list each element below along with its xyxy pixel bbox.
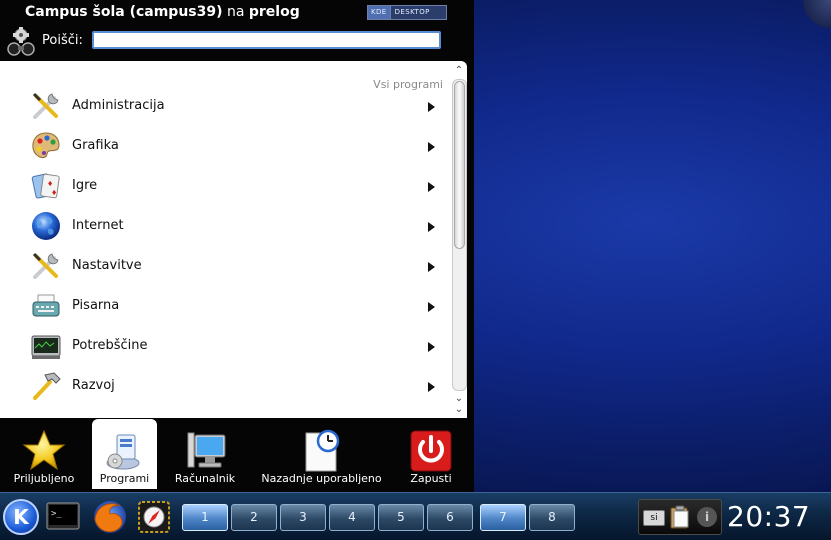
star-icon <box>22 429 66 471</box>
globe-icon <box>32 212 60 240</box>
virtual-desktop-7[interactable]: 7 <box>480 504 526 531</box>
virtual-desktop-6[interactable]: 6 <box>427 504 473 531</box>
compass-icon[interactable] <box>138 501 170 533</box>
submenu-arrow-icon <box>428 182 435 192</box>
tab-label: Računalnik <box>174 472 236 485</box>
scroll-thumb[interactable] <box>454 81 465 249</box>
taskbar: K >_ 1 2 3 4 5 6 7 8 si i 20:37 <box>0 492 831 540</box>
menu-item-grafika[interactable]: Grafika <box>0 128 447 168</box>
tab-label: Priljubljeno <box>13 472 75 485</box>
virtual-desktop-5[interactable]: 5 <box>378 504 424 531</box>
search-input[interactable] <box>92 31 441 49</box>
menu-item-nastavitve[interactable]: Nastavitve <box>0 248 447 288</box>
keyboard-layout-indicator[interactable]: si <box>643 510 665 526</box>
menu-item-label: Grafika <box>72 138 119 153</box>
virtual-desktop-3[interactable]: 3 <box>280 504 326 531</box>
cards-icon: ♦ ♦ <box>31 173 60 199</box>
tab-zapusti[interactable]: Zapusti <box>398 419 464 489</box>
svg-text:>_: >_ <box>51 509 62 519</box>
tab-priljubljeno[interactable]: Priljubljeno <box>0 419 88 489</box>
virtual-desktop-2[interactable]: 2 <box>231 504 277 531</box>
svg-text:♦: ♦ <box>47 180 53 188</box>
computer-icon <box>187 432 226 468</box>
search-binoculars-icon <box>7 27 35 56</box>
power-icon <box>410 430 452 472</box>
menu-item-razvoj[interactable]: Razvoj <box>0 368 447 408</box>
submenu-arrow-icon <box>428 382 435 392</box>
menu-item-label: Igre <box>72 178 98 193</box>
menu-item-label: Internet <box>72 218 124 233</box>
firefox-icon[interactable] <box>90 498 130 536</box>
recent-icon <box>305 429 339 472</box>
clipboard-icon[interactable] <box>669 505 691 529</box>
applications-list: Vsi programi Administracija Grafika ♦ ♦ … <box>0 61 467 418</box>
title-sep: na <box>226 4 245 20</box>
submenu-arrow-icon <box>428 102 435 112</box>
submenu-arrow-icon <box>428 222 435 232</box>
menu-item-label: Administracija <box>72 98 165 113</box>
clock[interactable]: 20:37 <box>727 500 810 533</box>
palette-icon <box>32 132 60 158</box>
virtual-desktop-8[interactable]: 8 <box>529 504 575 531</box>
tab-label: Zapusti <box>410 472 452 485</box>
tab-programi[interactable]: Programi <box>92 419 157 489</box>
terminal-icon[interactable]: >_ <box>46 501 80 533</box>
menu-item-potrebscine[interactable]: Potrebščine <box>0 328 447 368</box>
applications-icon <box>106 434 139 470</box>
host-name: prelog <box>248 4 300 20</box>
kde-desktop-logo: KDE DESKTOP <box>367 5 447 20</box>
user-name: Campus šola (campus39) <box>25 4 223 20</box>
menu-item-label: Pisarna <box>72 298 120 313</box>
virtual-desktop-1[interactable]: 1 <box>182 504 228 531</box>
menu-item-label: Potrebščine <box>72 338 148 353</box>
tab-label: Nazadnje uporabljeno <box>261 472 382 485</box>
tools-icon <box>32 252 59 279</box>
monitor-icon <box>31 335 61 359</box>
tab-racunalnik[interactable]: Računalnik <box>165 419 245 489</box>
menu-title: Campus šola (campus39) na prelog <box>25 4 300 20</box>
menu-item-label: Nastavitve <box>72 258 142 273</box>
menu-item-pisarna[interactable]: Pisarna <box>0 288 447 328</box>
hammer-icon <box>33 372 61 400</box>
submenu-arrow-icon <box>428 142 435 152</box>
list-scrollbar[interactable]: ⌃ ⌄ ⌄ <box>451 63 467 418</box>
tools-icon <box>32 92 59 119</box>
menu-item-internet[interactable]: Internet <box>0 208 447 248</box>
submenu-arrow-icon <box>428 262 435 272</box>
kickoff-menu: Campus šola (campus39) na prelog KDE DES… <box>0 0 474 492</box>
kde-menu-button[interactable]: K <box>3 499 39 535</box>
submenu-arrow-icon <box>428 302 435 312</box>
notifications-info-icon[interactable]: i <box>697 507 717 527</box>
scroll-up-icon[interactable]: ⌃ <box>451 65 467 77</box>
svg-text:♦: ♦ <box>51 189 57 197</box>
system-tray: si i <box>638 499 722 535</box>
virtual-desktop-4[interactable]: 4 <box>329 504 375 531</box>
menu-item-label: Razvoj <box>72 378 115 393</box>
search-label: Poišči: <box>42 33 83 48</box>
submenu-arrow-icon <box>428 342 435 352</box>
scroll-down-icon[interactable]: ⌄ ⌄ <box>451 393 467 417</box>
tab-nazadnje-uporabljeno[interactable]: Nazadnje uporabljeno <box>253 419 390 489</box>
menu-item-igre[interactable]: ♦ ♦ Igre <box>0 168 447 208</box>
typewriter-icon <box>32 294 60 317</box>
tab-label: Programi <box>99 472 150 485</box>
menu-item-administracija[interactable]: Administracija <box>0 88 447 128</box>
scroll-track[interactable] <box>452 79 467 391</box>
